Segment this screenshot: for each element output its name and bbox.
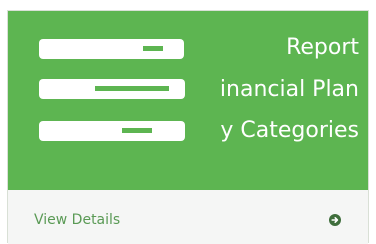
panel-header: Report inancial Plan y Categories [8, 11, 368, 190]
redacted-block [39, 39, 184, 59]
redaction-mark [95, 86, 169, 91]
redaction-mark [143, 46, 163, 51]
report-panel: Report inancial Plan y Categories View D… [7, 10, 369, 244]
panel-title-line-2: inancial Plan [219, 77, 359, 102]
redaction-mark [122, 128, 152, 133]
view-details-link[interactable]: View Details [34, 211, 120, 229]
panel-title-line-1: Report [286, 35, 359, 60]
redacted-block [39, 79, 185, 99]
panel-footer[interactable]: View Details [8, 190, 368, 244]
panel-title-line-3: y Categories [220, 118, 359, 143]
redacted-block [39, 121, 185, 141]
circle-arrow-right-icon[interactable] [329, 214, 341, 226]
